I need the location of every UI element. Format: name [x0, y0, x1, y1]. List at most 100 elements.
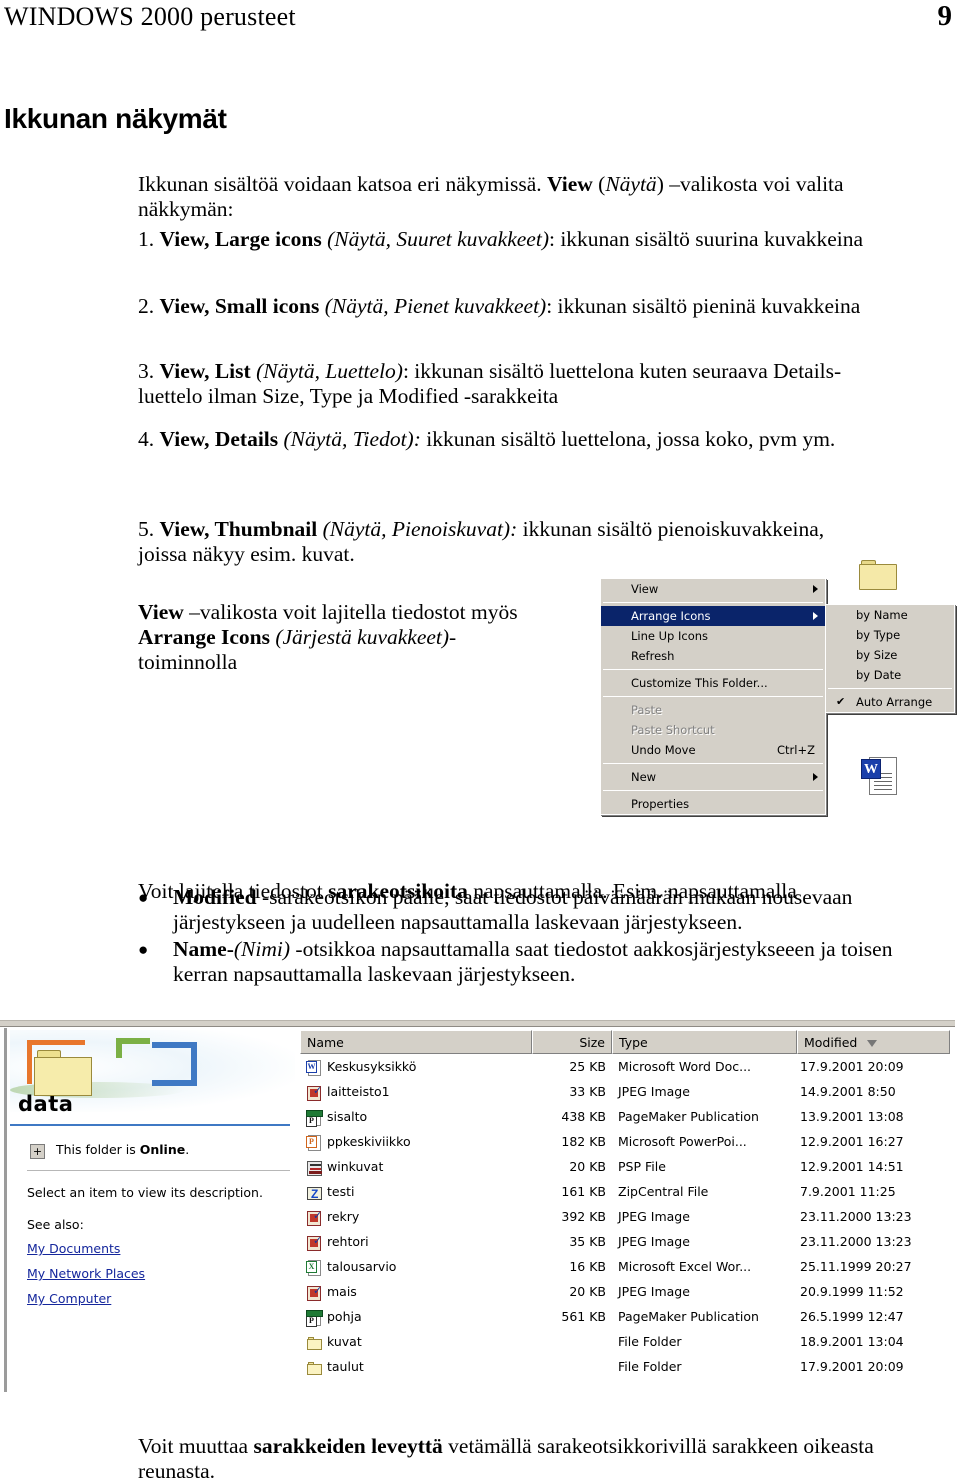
banner-green-square: [116, 1038, 150, 1058]
menu-item-line-up-icons[interactable]: Line Up Icons: [601, 626, 825, 646]
file-size-cell: 33 KB: [569, 1084, 606, 1099]
menu-item-line-up-icons-label: Line Up Icons: [631, 629, 709, 643]
file-modified-cell: 14.9.2001 8:50: [800, 1084, 896, 1099]
chevron-right-icon: [813, 773, 818, 781]
view-item-2-bold: View, Small icons: [159, 293, 320, 318]
file-modified-cell: 7.9.2001 11:25: [800, 1184, 896, 1199]
table-row[interactable]: winkuvat 20 KB PSP File 12.9.2001 14:51: [300, 1156, 950, 1181]
word-document-desktop-icon: W: [861, 757, 897, 797]
bullet-dot-icon: ●: [138, 940, 149, 959]
file-size-cell: 20 KB: [569, 1284, 606, 1299]
menu-item-refresh[interactable]: Refresh: [601, 646, 825, 666]
submenu-item-by-size[interactable]: by Size: [826, 645, 954, 665]
menu-separator: [603, 790, 823, 791]
menu-item-undo-move[interactable]: Undo Move Ctrl+Z: [601, 740, 825, 760]
file-name-text: taulut: [327, 1359, 364, 1374]
intro-text-e: ) –valikosta voi valita: [656, 171, 844, 196]
explorer-info-pane: data + This folder is Online. Select an …: [10, 1030, 295, 1388]
menu-item-paste: Paste: [601, 700, 825, 720]
intro-paragraph: Ikkunan sisältöä voidaan katsoa eri näky…: [138, 172, 938, 222]
link-my-network-places[interactable]: My Network Places: [27, 1266, 145, 1281]
sort-bullet-modified: ● Modified -sarakeotsikon päälle, saat t…: [138, 885, 938, 935]
table-row[interactable]: kuvat File Folder 18.9.2001 13:04: [300, 1331, 950, 1356]
explorer-top-border: [0, 1020, 955, 1027]
view-item-2-number: 2.: [138, 293, 155, 318]
intro-text-a: Ikkunan sisältöä voidaan katsoa eri näky…: [138, 171, 547, 196]
view-item-5-rest: ikkunan sisältö pienoiskuvakkeina,: [517, 516, 825, 541]
submenu-item-auto-arrange[interactable]: ✔ Auto Arrange: [826, 692, 954, 712]
view-item-3-italic: (Näytä, Luettelo): [256, 358, 403, 383]
link-my-documents[interactable]: My Documents: [27, 1241, 120, 1256]
arrange-icons-submenu[interactable]: by Name by Type by Size by Date ✔ Auto A…: [825, 604, 955, 713]
menu-item-new-label: New: [631, 770, 657, 784]
file-type-cell: Microsoft Word Doc...: [618, 1059, 752, 1074]
submenu-item-by-name[interactable]: by Name: [826, 605, 954, 625]
table-row[interactable]: Psisalto 438 KB PageMaker Publication 13…: [300, 1106, 950, 1131]
online-text-c: .: [185, 1142, 190, 1157]
table-row[interactable]: Ppohja 561 KB PageMaker Publication 26.5…: [300, 1306, 950, 1331]
table-row[interactable]: ✓ rehtori 35 KB JPEG Image 23.11.2000 13:…: [300, 1231, 950, 1256]
table-row[interactable]: W Keskusyksikkö 25 KB Microsoft Word Doc.…: [300, 1056, 950, 1081]
explorer-context-menu[interactable]: View Arrange Icons Line Up Icons Refresh…: [600, 578, 826, 815]
file-type-cell: PageMaker Publication: [618, 1109, 759, 1124]
menu-item-properties[interactable]: Properties: [601, 794, 825, 814]
column-header-modified[interactable]: Modified: [797, 1030, 950, 1054]
view-item-4: 4. View, Details (Näytä, Tiedot): ikkuna…: [138, 427, 938, 452]
view-item-1-rest: : ikkunan sisältö suurina kuvakkeina: [548, 226, 864, 251]
table-row[interactable]: ✓ rekry 392 KB JPEG Image 23.11.2000 13:2…: [300, 1206, 950, 1231]
menu-item-view[interactable]: View: [601, 579, 825, 599]
submenu-item-auto-arrange-label: Auto Arrange: [856, 695, 933, 709]
intro-text-c: (: [592, 171, 606, 196]
view-item-3-line2: luettelo ilman Size, Type ja Modified -s…: [138, 383, 559, 408]
word-w-badge: W: [861, 759, 881, 779]
file-name-cell: ✓ laitteisto1: [306, 1084, 390, 1101]
view-item-1-italic: (Näytä, Suuret kuvakkeet): [327, 226, 549, 251]
closing-a: Voit muuttaa: [138, 1433, 254, 1458]
menu-item-arrange-icons[interactable]: Arrange Icons: [601, 606, 825, 626]
submenu-item-by-name-label: by Name: [856, 608, 908, 622]
menu-separator: [603, 763, 823, 764]
table-row[interactable]: ✓ laitteisto1 33 KB JPEG Image 14.9.2001 …: [300, 1081, 950, 1106]
folder-icon: [306, 1360, 323, 1377]
file-name-text: sisalto: [327, 1109, 368, 1124]
file-name-cell: winkuvat: [306, 1159, 384, 1176]
folder-icon: [306, 1335, 323, 1352]
menu-separator: [828, 688, 952, 689]
desktop-folder-icon: [859, 560, 899, 591]
info-pane-divider: [10, 1124, 290, 1126]
link-my-computer[interactable]: My Computer: [27, 1291, 111, 1306]
table-row[interactable]: Pppkeskiviikko 182 KB Microsoft PowerPoi…: [300, 1131, 950, 1156]
file-name-cell: ✓ rekry: [306, 1209, 360, 1226]
table-row[interactable]: taulut File Folder 17.9.2001 20:09: [300, 1356, 950, 1381]
submenu-item-by-type[interactable]: by Type: [826, 625, 954, 645]
column-header-size[interactable]: Size: [532, 1030, 612, 1054]
file-type-cell: JPEG Image: [618, 1084, 690, 1099]
file-list-view[interactable]: Name Size Type Modified W Keskusyksikkö 2…: [300, 1030, 950, 1390]
file-name-text: rekry: [327, 1209, 360, 1224]
menu-item-new[interactable]: New: [601, 767, 825, 787]
sort-bullet-name-italic: (Nimi): [233, 937, 291, 961]
view-item-5-line2: joissa näkyy esim. kuvat.: [138, 541, 355, 566]
column-header-row: Name Size Type Modified: [300, 1030, 950, 1054]
menu-item-customize-this-folder[interactable]: Customize This Folder...: [601, 673, 825, 693]
file-modified-cell: 17.9.2001 20:09: [800, 1359, 904, 1374]
table-row[interactable]: Ztesti 161 KB ZipCentral File 7.9.2001 1…: [300, 1181, 950, 1206]
expand-plus-icon[interactable]: +: [30, 1144, 45, 1159]
table-row[interactable]: Xtalousarvio 16 KB Microsoft Excel Wor..…: [300, 1256, 950, 1281]
file-size-cell: 25 KB: [569, 1059, 606, 1074]
column-header-modified-label: Modified: [804, 1035, 858, 1050]
context-menu-screenshot: View Arrange Icons Line Up Icons Refresh…: [597, 560, 960, 838]
file-size-cell: 35 KB: [569, 1234, 606, 1249]
file-name-text: winkuvat: [327, 1159, 384, 1174]
column-header-type[interactable]: Type: [612, 1030, 797, 1054]
submenu-item-by-date[interactable]: by Date: [826, 665, 954, 685]
view-item-4-number: 4.: [138, 426, 155, 451]
file-type-cell: Microsoft Excel Wor...: [618, 1259, 752, 1274]
column-header-name[interactable]: Name: [300, 1030, 532, 1054]
file-name-cell: Pppkeskiviikko: [306, 1134, 411, 1151]
file-name-cell: Psisalto: [306, 1109, 368, 1127]
view-item-5-number: 5.: [138, 516, 155, 541]
table-row[interactable]: ✓ mais 20 KB JPEG Image 20.9.1999 11:52: [300, 1281, 950, 1306]
file-type-cell: PSP File: [618, 1159, 666, 1174]
info-pane-separator: [27, 1170, 290, 1171]
